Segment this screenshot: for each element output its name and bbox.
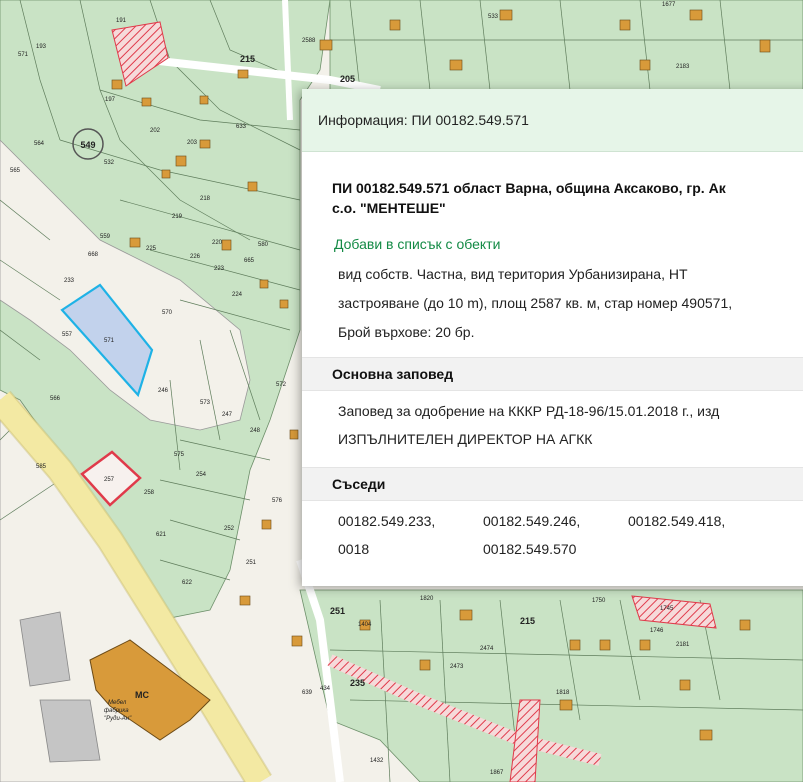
- selected-parcel-number: 571: [104, 338, 115, 344]
- neighbor-link[interactable]: 0018: [338, 535, 483, 563]
- parcel-number: 570: [162, 310, 173, 316]
- parcel-number: 566: [50, 396, 61, 402]
- parcel-number: 197: [105, 97, 116, 103]
- parcel-number: 1867: [490, 770, 504, 776]
- parcel-number: 220: [212, 240, 223, 246]
- parcel-number: 248: [250, 428, 261, 434]
- description-line-3: Брой върхове: 20 бр.: [338, 324, 475, 340]
- add-to-list-link[interactable]: Добави в списък с обекти: [302, 218, 803, 252]
- road-number: 251: [330, 606, 345, 616]
- parcel-number: 251: [246, 560, 257, 566]
- parcel-number: 1432: [370, 758, 384, 764]
- neighbors-list: 00182.549.233, 00182.549.246, 00182.549.…: [302, 501, 803, 563]
- parcel-number: 575: [174, 452, 185, 458]
- parcel-number: 573: [200, 400, 211, 406]
- parcel-number: 2473: [450, 664, 464, 670]
- neighbor-link[interactable]: 00182.549.233,: [338, 507, 483, 535]
- parcel-number: 219: [172, 214, 183, 220]
- parcel-number: 572: [276, 382, 287, 388]
- parcel-number: 2588: [302, 38, 316, 44]
- description-line-1: вид собств. Частна, вид територия Урбани…: [338, 266, 688, 282]
- factory-label-1: Мебел: [108, 700, 127, 706]
- parcel-number: 1745: [660, 606, 674, 612]
- parcel-number: 533: [488, 14, 499, 20]
- parcel-number: 202: [150, 128, 161, 134]
- parcel-number: 585: [36, 464, 47, 470]
- parcel-number: 252: [224, 526, 235, 532]
- parcel-number: 1404: [358, 622, 372, 628]
- parcel-number: 639: [302, 690, 313, 696]
- parcel-info-panel: Информация: ПИ 00182.549.571 ПИ 00182.54…: [302, 89, 803, 586]
- neighbor-link[interactable]: 00182.549.570: [483, 535, 628, 563]
- road-number: 215: [240, 54, 255, 64]
- parcel-title: ПИ 00182.549.571 област Варна, община Ак…: [302, 152, 803, 218]
- parcel-number: 557: [62, 332, 73, 338]
- parcel-number: 1677: [662, 2, 676, 8]
- parcel-number: 1750: [592, 598, 606, 604]
- parcel-description: вид собств. Частна, вид територия Урбани…: [302, 252, 803, 347]
- neighbor-link[interactable]: 00182.549.418,: [628, 507, 773, 535]
- parcel-number: 576: [272, 498, 283, 504]
- main-order-heading: Основна заповед: [302, 357, 803, 391]
- parcel-number: 1820: [420, 596, 434, 602]
- parcel-number: 559: [100, 234, 111, 240]
- parcel-number: 203: [187, 140, 198, 146]
- parcel-number: 668: [88, 252, 99, 258]
- parcel-number: 1818: [556, 690, 570, 696]
- parcel-number: 532: [104, 160, 115, 166]
- parcel-number: 191: [116, 18, 127, 24]
- parcel-number: 2474: [480, 646, 494, 652]
- parcel-number: 246: [158, 388, 169, 394]
- building-label: МС: [135, 690, 149, 700]
- road-number: 215: [520, 616, 535, 626]
- parcel-number: 633: [236, 124, 247, 130]
- highlighted-parcel-number: 257: [104, 477, 115, 483]
- description-line-2: застрояване (до 10 m), площ 2587 кв. м, …: [338, 295, 733, 311]
- parcel-number: 564: [34, 141, 45, 147]
- parcel-number: 258: [144, 490, 155, 496]
- neighbors-heading: Съседи: [302, 467, 803, 501]
- order-line-2: ИЗПЪЛНИТЕЛЕН ДИРЕКТОР НА АГКК: [338, 431, 593, 447]
- parcel-number: 226: [190, 254, 201, 260]
- parcel-title-line-1: ПИ 00182.549.571 област Варна, община Ак…: [332, 180, 726, 196]
- parcel-number: 224: [232, 292, 243, 298]
- parcel-number: 254: [196, 472, 207, 478]
- main-order-text: Заповед за одобрение на КККР РД-18-96/15…: [302, 391, 803, 457]
- gray-structure-2: [39, 699, 101, 763]
- parcel-number: 233: [64, 278, 75, 284]
- parcel-number: 247: [222, 412, 233, 418]
- parcel-number: 571: [18, 52, 29, 58]
- factory-label-2: фабрика: [104, 708, 129, 714]
- parcel-number: 665: [244, 258, 255, 264]
- road-number: 205: [340, 74, 355, 84]
- parcel-number: 580: [258, 242, 269, 248]
- parcel-number: 225: [146, 246, 157, 252]
- info-panel-header: Информация: ПИ 00182.549.571: [302, 89, 803, 152]
- parcel-number: 193: [36, 44, 47, 50]
- order-line-1: Заповед за одобрение на КККР РД-18-96/15…: [338, 403, 720, 419]
- parcel-number: 218: [200, 196, 211, 202]
- parcel-title-line-2: с.о. "МЕНТЕШЕ": [332, 200, 446, 216]
- road-number: 235: [350, 678, 365, 688]
- parcel-number: 621: [156, 532, 167, 538]
- block-number: 549: [80, 140, 95, 150]
- parcel-number: 2181: [676, 642, 690, 648]
- parcel-number: 434: [320, 686, 331, 692]
- factory-label-3: "Руди-Ан": [104, 716, 132, 722]
- parcel-number: 1746: [650, 628, 664, 634]
- parcel-number: 223: [214, 266, 225, 272]
- parcel-number: 2183: [676, 64, 690, 70]
- neighbor-link[interactable]: 00182.549.246,: [483, 507, 628, 535]
- parcel-number: 622: [182, 580, 193, 586]
- parcel-number: 565: [10, 168, 21, 174]
- info-panel-header-title: Информация: ПИ 00182.549.571: [318, 112, 529, 128]
